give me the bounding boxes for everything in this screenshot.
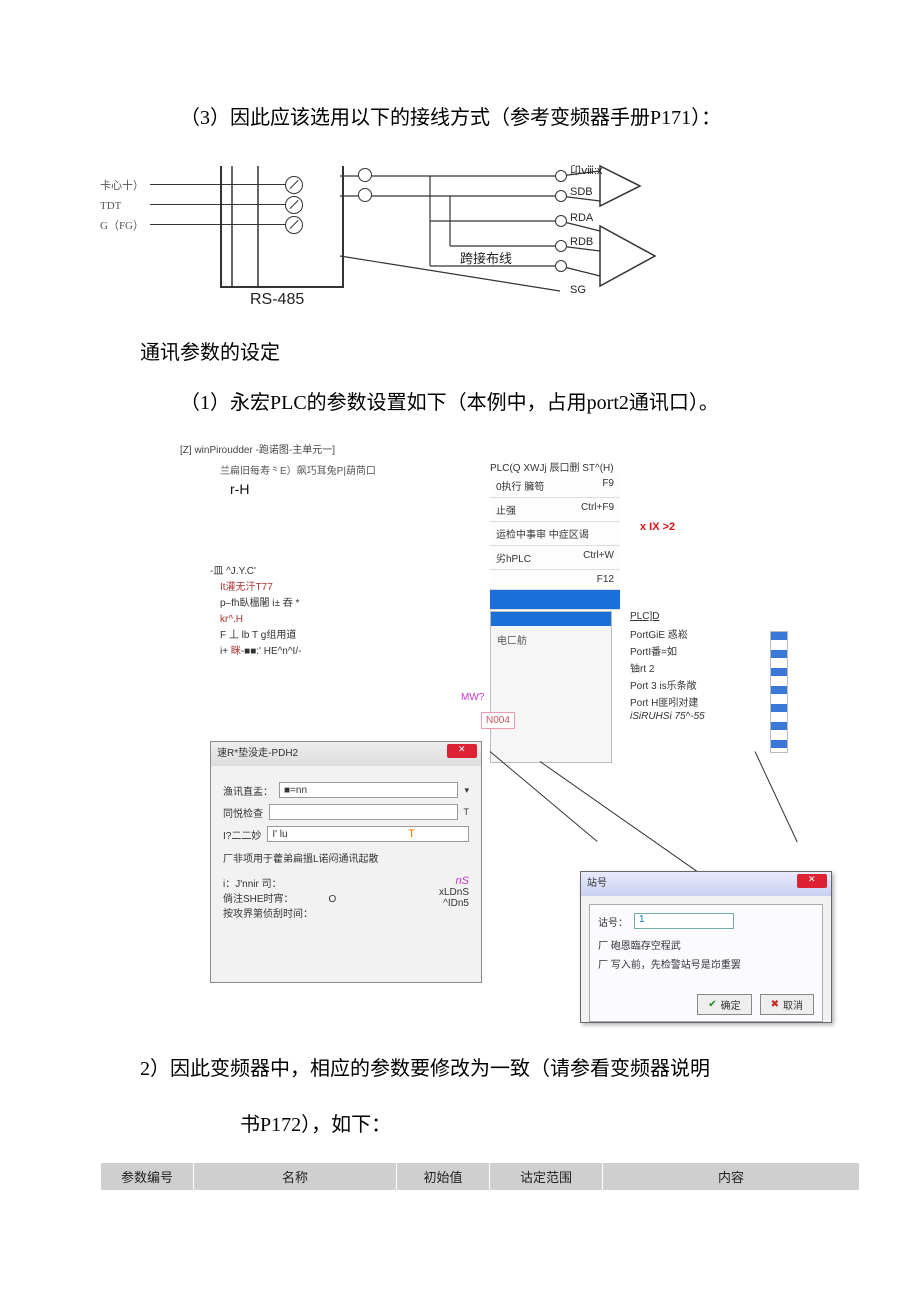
n004-box: N004: [481, 712, 515, 729]
side-panel: 电匚舫 MW? N004: [490, 611, 612, 763]
plcd-item[interactable]: Port H匪吲对建: [630, 694, 760, 709]
dialog-station-number: 站号 诂号： 1 厂 砲恩臨存空程武 厂 写入前，先检警站号是岇重罢 确定 取消: [580, 871, 832, 1023]
dlg1-note: 厂非项用于藿弟扁搵L诺闷通讯起散: [223, 850, 469, 865]
plcd-item[interactable]: PortGiE 惑崧: [630, 626, 760, 641]
plc-menu[interactable]: PLC(Q XWJj 辰口删 ST^(H) 0执行 臃笱F9 止强Ctrl+F9…: [490, 459, 620, 610]
fig1-right-block: 卬ⅷ:x SDB RDA RDB SG 跨接布线: [420, 156, 650, 306]
station-number-input[interactable]: 1: [634, 913, 734, 929]
dlg1-field[interactable]: ■=nn: [279, 782, 458, 798]
fig1-bridge-label: 跨接布线: [460, 248, 512, 267]
dialog2-title: 站号: [587, 878, 607, 889]
figure-software-screenshot: [Z] winPiroudder -跑诺图-主单元一] 兰扁旧每寿⺀E）飙巧耳兔…: [180, 441, 860, 1041]
dlg1-unit: nS: [439, 875, 469, 887]
th-name: 名称: [194, 1163, 397, 1190]
xix-annotation: x IX >2: [640, 521, 675, 533]
dlg1-label: 同悦检查: [223, 805, 263, 820]
plc-menu-item[interactable]: 劣hPLCCtrl+W: [490, 546, 620, 570]
fig1-rs485-label: RS-485: [250, 291, 304, 309]
project-tree[interactable]: -皿 ^J.Y.C' It灌无汗T77 p–fh臥榲闍 i± 吞 * kr^.H…: [210, 561, 380, 658]
color-strip: [770, 631, 788, 753]
pin-label: 卬ⅷ:x: [570, 162, 602, 178]
th-content: 内容: [603, 1163, 860, 1190]
ok-button[interactable]: 确定: [697, 994, 751, 1015]
paragraph-2b: 书P172），如下：: [240, 1107, 860, 1143]
plc-menu-header: PLC(Q XWJj 辰口删 ST^(H): [490, 459, 620, 474]
terminal-icon: [285, 176, 303, 194]
th-initial: 初始值: [397, 1163, 490, 1190]
cancel-button[interactable]: 取消: [760, 994, 814, 1015]
node-icon: [358, 188, 372, 202]
fig1-rs485-box: [220, 166, 344, 288]
figure-rs485-wiring: 卡心十） TDT G（FG）: [100, 156, 660, 316]
terminal-icon: [285, 216, 303, 234]
dlg1-field[interactable]: I' lu: [267, 826, 469, 842]
plcd-item[interactable]: 铀rt 2: [630, 660, 760, 675]
dlg2-field-label: 诂号：: [598, 914, 628, 929]
pin-label: SDB: [570, 186, 593, 198]
dlg1-label: 渔讯直盂：: [223, 783, 273, 798]
plcd-submenu[interactable]: PLC]D PortGiE 惑崧 PortI番=如 铀rt 2 Port 3 i…: [630, 611, 760, 724]
dialog1-titlebar[interactable]: 速R*垫没走-PDH2: [211, 742, 481, 766]
dlg2-checkbox-1[interactable]: 厂 砲恩臨存空程武: [598, 937, 814, 952]
dlg1-unit: ^IDn5: [439, 898, 469, 909]
dlg1-field[interactable]: [269, 804, 458, 820]
paragraph-2a: 2）因此变频器中，相应的参数要修改为一致（请参看变频器说明: [140, 1051, 860, 1087]
node-icon: [358, 168, 372, 182]
plcd-title: PLC]D: [630, 611, 760, 622]
window-title: [Z] winPiroudder -跑诺图-主单元一]: [180, 441, 860, 456]
plc-menu-item[interactable]: 0执行 臃笱F9: [490, 474, 620, 498]
close-icon[interactable]: [447, 744, 477, 758]
pin-label: RDB: [570, 236, 593, 248]
dlg1-unit: xLDnS: [439, 887, 469, 898]
dlg1-extra: i：J'nnir 司：: [223, 875, 336, 890]
plcd-item[interactable]: Port 3 is乐条敞: [630, 677, 760, 692]
plc-menu-item[interactable]: 运检中事审 中症区谒: [490, 522, 620, 546]
paragraph-1: （1）永宏PLC的参数设置如下（本例中，占用port2通讯口）。: [180, 385, 860, 421]
terminal-icon: [285, 196, 303, 214]
pin-label: SG: [570, 284, 586, 296]
dialog1-title: 速R*垫没走-PDH2: [217, 748, 298, 759]
pin-label: RDA: [570, 212, 593, 224]
paragraph-3: （3）因此应该选用以下的接线方式（参考变频器手册P171）：: [180, 100, 860, 136]
plc-menu-item[interactable]: F12: [490, 570, 620, 590]
th-param-no: 参数编号: [101, 1163, 194, 1190]
dialog2-titlebar[interactable]: 站号: [581, 872, 831, 896]
plcd-item-italic: iSiRUHSi 75^-55: [630, 711, 760, 722]
dlg1-label: I?二二妙: [223, 827, 261, 842]
side-panel-text: 电匚舫: [491, 626, 611, 653]
dlg2-checkbox-2[interactable]: 厂 写入前，先检警站号是岇重罢: [598, 956, 814, 971]
plc-menu-item[interactable]: 止强Ctrl+F9: [490, 498, 620, 522]
plcd-item[interactable]: PortI番=如: [630, 643, 760, 658]
th-range: 诂定范围: [490, 1163, 603, 1190]
mw-label: MW?: [461, 692, 484, 703]
plc-menu-item-selected[interactable]: [490, 590, 620, 610]
dialog-comm-settings: 速R*垫没走-PDH2 渔讯直盂： ■=nn ▾ 同悦检查 T I?二二妙 I'…: [210, 741, 482, 983]
dlg1-extra: 倘注SHE时宵： O: [223, 890, 336, 905]
section-title-comm-params: 通讯参数的设定: [140, 336, 860, 365]
close-icon[interactable]: [797, 874, 827, 888]
dlg1-extra: 按攻界第侦刮时间：: [223, 905, 336, 920]
params-table: 参数编号 名称 初始值 诂定范围 内容: [100, 1163, 860, 1190]
